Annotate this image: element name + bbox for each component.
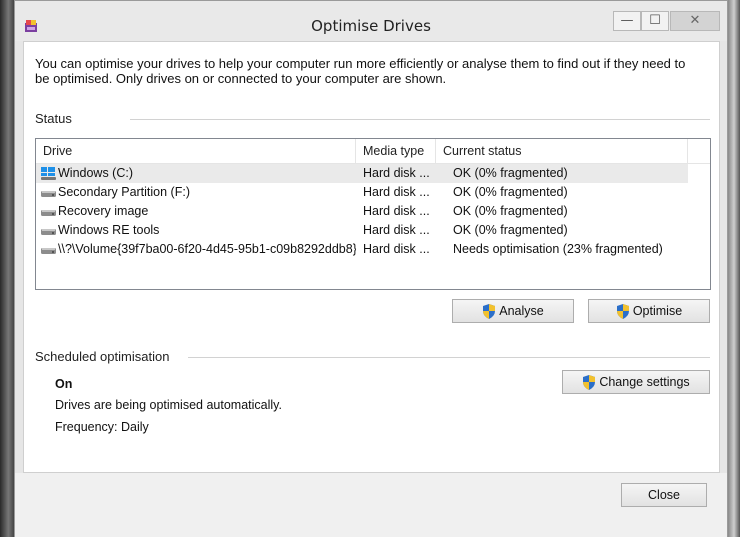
uac-shield-icon <box>616 303 629 319</box>
drive-row[interactable]: Secondary Partition (F:) Hard disk ... O… <box>36 183 688 202</box>
drive-name: Secondary Partition (F:) <box>58 185 190 199</box>
change-settings-button[interactable]: Change settings <box>562 370 710 394</box>
analyse-button[interactable]: Analyse <box>452 299 574 323</box>
drive-name: Windows RE tools <box>58 223 160 237</box>
schedule-frequency: Frequency: Daily <box>55 420 149 434</box>
column-header-filler <box>688 139 710 163</box>
current-status: Needs optimisation (23% fragmented) <box>453 242 663 256</box>
list-header: Drive Media type Current status <box>36 139 710 164</box>
hard-disk-icon <box>41 248 56 254</box>
status-divider <box>130 119 710 120</box>
drive-name: Windows (C:) <box>58 166 134 180</box>
optimise-button[interactable]: Optimise <box>588 299 710 323</box>
optimise-drives-window: Optimise Drives — ☐ ✕ You can optimise y… <box>14 0 728 537</box>
description-text: You can optimise your drives to help you… <box>35 56 686 86</box>
status-group-label: Status <box>35 111 72 126</box>
drive-name: \\?\Volume{39f7ba00-6f20-4d45-95b1-c09b8… <box>58 242 356 256</box>
desktop-background-left <box>0 0 14 537</box>
schedule-state: On <box>55 377 73 391</box>
drive-row[interactable]: \\?\Volume{39f7ba00-6f20-4d45-95b1-c09b8… <box>36 240 688 259</box>
drive-name: Recovery image <box>58 204 149 218</box>
hard-disk-icon <box>41 229 56 235</box>
windows-drive-icon <box>41 167 56 180</box>
media-type: Hard disk ... <box>363 185 430 199</box>
column-header-media-type[interactable]: Media type <box>356 139 436 163</box>
hard-disk-icon <box>41 191 56 197</box>
content-panel: You can optimise your drives to help you… <box>23 41 720 473</box>
media-type: Hard disk ... <box>363 223 430 237</box>
drive-row[interactable]: Recovery image Hard disk ... OK (0% frag… <box>36 202 688 221</box>
current-status: OK (0% fragmented) <box>453 185 568 199</box>
window-close-button[interactable]: ✕ <box>670 11 720 31</box>
current-status: OK (0% fragmented) <box>453 204 568 218</box>
scheduled-group-label: Scheduled optimisation <box>35 349 170 364</box>
media-type: Hard disk ... <box>363 166 430 180</box>
column-header-drive[interactable]: Drive <box>36 139 356 163</box>
uac-shield-icon <box>483 303 496 319</box>
schedule-detail: Drives are being optimised automatically… <box>55 398 282 412</box>
title-bar[interactable]: Optimise Drives — ☐ ✕ <box>15 1 727 41</box>
media-type: Hard disk ... <box>363 242 430 256</box>
drives-list[interactable]: Drive Media type Current status Windows … <box>35 138 711 290</box>
current-status: OK (0% fragmented) <box>453 166 568 180</box>
column-header-current-status[interactable]: Current status <box>436 139 688 163</box>
change-settings-label: Change settings <box>599 375 690 389</box>
analyse-button-label: Analyse <box>499 304 544 318</box>
maximize-button[interactable]: ☐ <box>641 11 669 31</box>
close-button[interactable]: Close <box>621 483 707 507</box>
media-type: Hard disk ... <box>363 204 430 218</box>
scheduled-divider <box>188 357 710 358</box>
minimize-button[interactable]: — <box>613 11 641 31</box>
hard-disk-icon <box>41 210 56 216</box>
optimise-button-label: Optimise <box>632 304 683 318</box>
footer-bar: Close <box>15 473 727 537</box>
drive-row[interactable]: Windows (C:) Hard disk ... OK (0% fragme… <box>36 164 688 183</box>
uac-shield-icon <box>583 374 596 390</box>
drive-row[interactable]: Windows RE tools Hard disk ... OK (0% fr… <box>36 221 688 240</box>
desktop-background-right <box>728 0 740 537</box>
current-status: OK (0% fragmented) <box>453 223 568 237</box>
